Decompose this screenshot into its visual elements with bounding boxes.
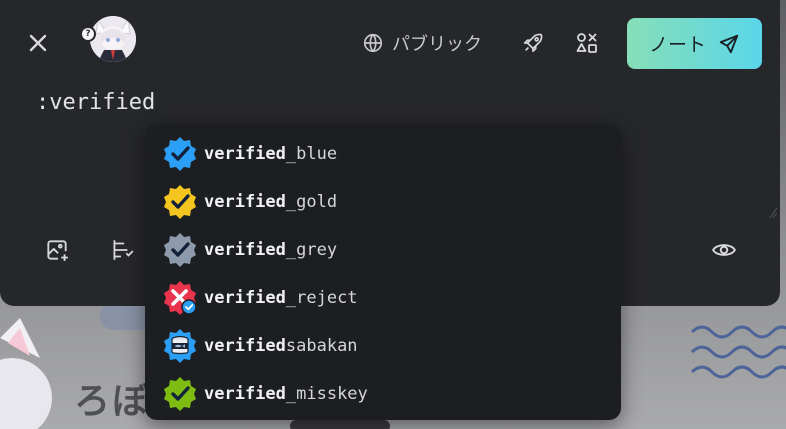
poll-button[interactable] — [105, 233, 139, 267]
preview-button[interactable] — [707, 233, 741, 267]
verified-blue-icon — [164, 137, 196, 171]
background-avatar — [0, 318, 52, 429]
background-text: ろぼ — [74, 381, 151, 422]
verified-sabakan-icon — [164, 329, 196, 363]
account-avatar[interactable] — [90, 16, 136, 62]
verified-gold-icon — [164, 185, 196, 219]
close-icon — [29, 34, 47, 52]
autocomplete-item[interactable]: verified_reject — [145, 274, 621, 322]
visibility-selector[interactable]: パブリック — [362, 28, 482, 58]
post-button[interactable]: ノート — [627, 18, 762, 69]
post-text-input[interactable] — [36, 88, 736, 116]
autocomplete-item[interactable]: verified_gold — [145, 178, 621, 226]
background-pill — [290, 420, 390, 429]
close-button[interactable] — [21, 26, 55, 60]
other-settings-button[interactable] — [570, 26, 604, 60]
rocket-icon — [523, 33, 543, 53]
autocomplete-item-label: verified_gold — [204, 192, 338, 212]
shapes-icon — [576, 33, 597, 53]
globe-icon — [363, 33, 383, 53]
post-button-label: ノート — [648, 34, 706, 56]
account-badge: ? — [80, 26, 96, 42]
autocomplete-item[interactable]: verified_blue — [145, 130, 621, 178]
autocomplete-item-label: verified_blue — [204, 144, 338, 164]
reaction-accept-button[interactable] — [516, 26, 550, 60]
verified-reject-icon — [164, 281, 197, 315]
eye-icon — [712, 244, 736, 256]
background-waves — [690, 325, 786, 379]
verified-grey-icon — [164, 233, 196, 267]
autocomplete-item-label: verifiedsabakan — [204, 336, 358, 356]
resize-grip-icon[interactable] — [768, 206, 778, 220]
image-plus-icon — [47, 240, 68, 261]
poll-icon — [113, 240, 134, 260]
emoji-autocomplete: verified_blue verified_gold verified_gre… — [145, 124, 621, 420]
autocomplete-item-label: verified_reject — [204, 288, 358, 308]
autocomplete-item-label: verified_misskey — [204, 384, 368, 404]
send-icon — [719, 34, 739, 53]
autocomplete-item[interactable]: verified_misskey — [145, 370, 621, 418]
attach-image-button[interactable] — [40, 233, 74, 267]
avatar-image — [90, 16, 136, 62]
autocomplete-item-label: verified_grey — [204, 240, 338, 260]
autocomplete-item[interactable]: verified_grey — [145, 226, 621, 274]
verified-misskey-icon — [164, 377, 196, 411]
visibility-label: パブリック — [392, 34, 482, 55]
autocomplete-item[interactable]: verifiedsabakan — [145, 322, 621, 370]
